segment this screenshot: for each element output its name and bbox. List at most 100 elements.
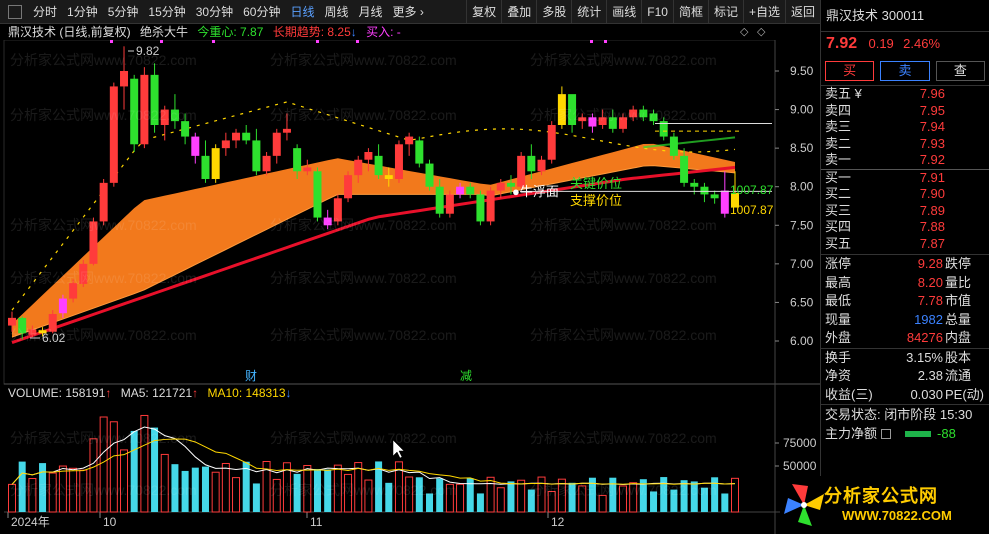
volume-bar [79,469,88,513]
price-tick-label: 9.00 [790,103,814,117]
indicator-name[interactable]: 绝杀大牛 [140,25,188,39]
stat-key: 净资 [825,368,852,383]
candle-body [598,117,607,125]
period-tab[interactable]: 15分钟 [143,0,190,24]
candle-body [435,186,444,214]
candle-body [639,109,648,118]
volume-bar [58,465,67,513]
asks-row[interactable]: 卖二 7.93 [821,136,989,153]
time-label: 10 [103,515,117,529]
candle-body [445,194,454,214]
candle-body [476,194,485,222]
volume-bar [99,416,108,513]
period-tab[interactable]: 30分钟 [191,0,238,24]
flow-label: 主力净额 [825,426,878,441]
chart-close-icon[interactable]: ◇ [757,25,765,38]
candle-body [170,109,179,122]
asks-row[interactable]: 卖一 7.92 [821,152,989,169]
stat-value: 2.38 [917,368,943,383]
chart-diamond-icon[interactable]: ◇ [740,25,748,38]
candle-body [28,329,37,335]
period-tab[interactable]: 周线 [319,0,353,24]
tool-button[interactable]: 返回 [784,0,820,24]
bids-price: 7.88 [919,219,945,234]
tool-button[interactable]: 画线 [606,0,641,24]
volume-bar [670,489,678,512]
volume-bar [140,414,149,513]
bids-row[interactable]: 买一 7.91 [821,170,989,187]
asks-row[interactable]: 卖三 7.94 [821,119,989,136]
period-tab[interactable]: 5分钟 [103,0,144,24]
app-window: 分时 1分钟 5分钟 15分钟 30分钟 60分钟 日线 周线 月线 更多 › 复权 叠加 多股 统计画… [0,0,989,534]
stat-value: 0.030 [910,386,943,402]
candle-body [323,217,332,226]
window-icon[interactable] [8,4,22,19]
bids-row[interactable]: 买三 7.89 [821,203,989,220]
tool-button[interactable]: 多股 [536,0,571,24]
candle-body [160,109,169,125]
candle-body [557,94,566,125]
asks-row[interactable]: 卖五 ¥ 7.96 [821,86,989,103]
volume-bar [39,463,47,512]
low-mark-label: 6.02 [42,331,66,345]
query-button[interactable]: 查 [935,60,985,81]
tool-button[interactable]: 叠加 [501,0,536,24]
tool-button[interactable]: 简框 [672,0,708,24]
period-tab[interactable]: 日线 [285,0,319,24]
price-tick-label: 8.00 [790,180,814,194]
volume-bar [507,481,515,512]
period-tab[interactable]: 60分钟 [238,0,285,24]
asks-label: 卖三 [825,119,852,134]
volume-bar [680,480,688,512]
stat-value: 9.28 [917,256,943,271]
period-tab[interactable]: 1分钟 [62,0,103,24]
center-value: 今重心: 7.87 [197,25,264,39]
high-mark-label: 9.82 [136,44,160,58]
tool-button[interactable]: 复权 [466,0,501,24]
asks-row[interactable]: 卖四 7.95 [821,103,989,120]
volume-bar [324,469,332,512]
main-plot-frame [3,40,776,385]
bids-row[interactable]: 买二 7.90 [821,186,989,203]
key-value-label: 1007.87 [730,183,774,197]
bids-row[interactable]: 买五 7.87 [821,236,989,253]
period-tab[interactable]: 分时 [28,0,62,24]
bids-row[interactable]: 买四 7.88 [821,219,989,236]
candle-body [517,155,526,187]
stat-row: 收益(三) 0.030 PE(动) [821,386,989,405]
tool-buttons: 复权 叠加 多股 统计 画线 F10 简框 标记 +自选 返回 [466,0,820,24]
flow-table-icon[interactable] [881,429,892,439]
volume-bar [426,493,434,512]
tool-button[interactable]: F10 [641,0,673,24]
stat-key: 收益(三) [825,386,873,402]
buy-signal: 买入: - [366,25,401,39]
candle-body [293,148,302,172]
volume-bar [385,482,393,512]
volume-bar [272,478,281,513]
period-tab[interactable]: 更多 › [388,0,429,24]
kline-chart[interactable]: 9.50 9.00 8.50 8.00 7.50 7.00 6.50 6.00 75000 500… [0,40,820,534]
buy-button[interactable]: 买 [825,60,875,81]
candle-body [69,283,78,299]
candle-body [272,132,281,156]
volume-bar [486,476,495,513]
candle-body [374,155,383,176]
mouse-cursor-icon [392,439,405,459]
stat-value: 8.20 [917,274,943,290]
asks-label: 卖四 [825,102,852,118]
price-tick-label: 7.00 [790,257,814,271]
sell-button[interactable]: 卖 [880,60,930,81]
volume-bar [18,461,26,512]
period-tab[interactable]: 月线 [354,0,388,24]
price-change: 0.19 [868,36,894,51]
stat-row: 涨停 9.28 跌停 [821,255,989,274]
volume-bar [436,478,444,512]
tool-button[interactable]: 标记 [707,0,743,24]
candle-body [456,186,465,195]
stat-key-2: 流通 [945,368,972,383]
candle-body [89,221,98,264]
tool-button[interactable]: +自选 [742,0,785,24]
stat-row: 最低 7.78 市值 [821,292,989,311]
tool-button[interactable]: 统计 [571,0,606,24]
volume-bar [721,493,729,512]
